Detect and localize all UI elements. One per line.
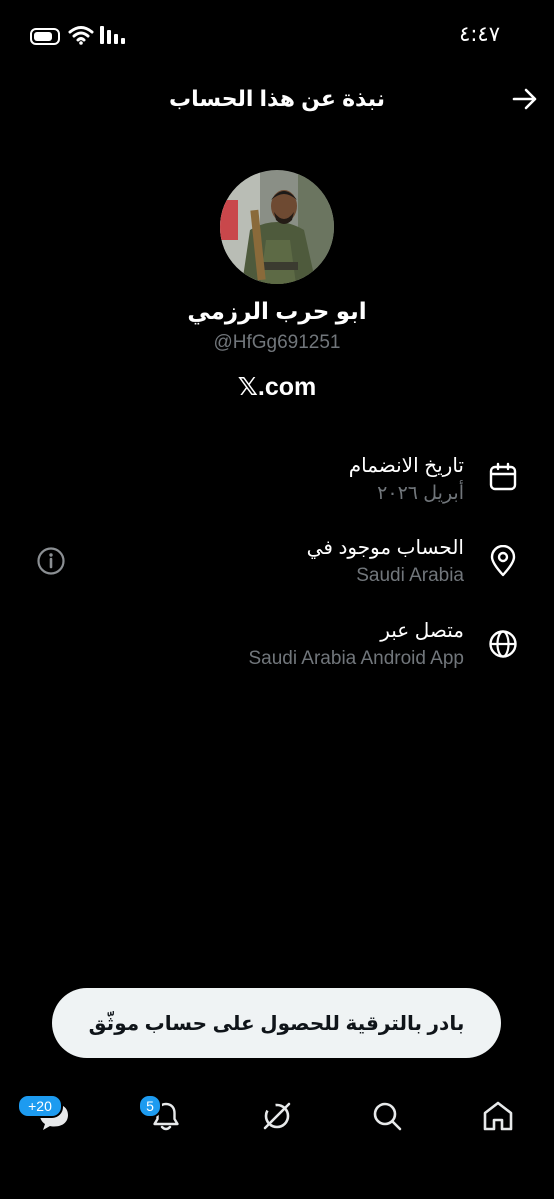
- location-value: Saudi Arabia: [356, 565, 464, 586]
- avatar[interactable]: [220, 170, 334, 284]
- handle: @HfGg691251: [213, 332, 341, 353]
- connected-label: متصل عبر: [380, 620, 464, 642]
- messages-badge: +20: [17, 1094, 63, 1118]
- location-pin-icon: [490, 545, 516, 577]
- globe-icon: [489, 630, 517, 658]
- status-time: ٤:٤٧: [459, 22, 500, 46]
- connected-value: Saudi Arabia Android App: [248, 648, 464, 669]
- grok-icon: [263, 1102, 291, 1130]
- upgrade-button-label: بادر بالترقية للحصول على حساب موثّق: [88, 1012, 465, 1035]
- page-title: نبذة عن هذا الحساب: [168, 86, 385, 111]
- back-arrow-icon[interactable]: [512, 88, 538, 110]
- calendar-icon: [489, 462, 517, 491]
- display-name: ابو حرب الرزمي: [187, 298, 367, 324]
- info-row-joined: تاريخ الانضمام أبريل ٢٠٢٦: [349, 452, 464, 508]
- info-icon[interactable]: [36, 546, 66, 576]
- domain-label: 𝕏.com: [237, 373, 317, 401]
- info-row-location: الحساب موجود في Saudi Arabia: [307, 534, 464, 590]
- battery-icon: [30, 28, 60, 45]
- search-icon: [373, 1102, 402, 1131]
- nav-search[interactable]: [370, 1099, 404, 1138]
- info-row-connected: متصل عبر Saudi Arabia Android App: [248, 617, 464, 673]
- location-label: الحساب موجود في: [306, 537, 464, 559]
- home-icon: [483, 1101, 513, 1131]
- wifi-icon: [68, 26, 94, 45]
- signal-icon: [100, 26, 125, 44]
- nav-home[interactable]: [481, 1099, 515, 1138]
- joined-label: تاريخ الانضمام: [348, 455, 464, 477]
- notifications-badge: 5: [138, 1094, 162, 1118]
- nav-grok[interactable]: [259, 1098, 295, 1139]
- upgrade-verified-button[interactable]: بادر بالترقية للحصول على حساب موثّق: [52, 988, 501, 1058]
- joined-value: أبريل ٢٠٢٦: [377, 483, 464, 504]
